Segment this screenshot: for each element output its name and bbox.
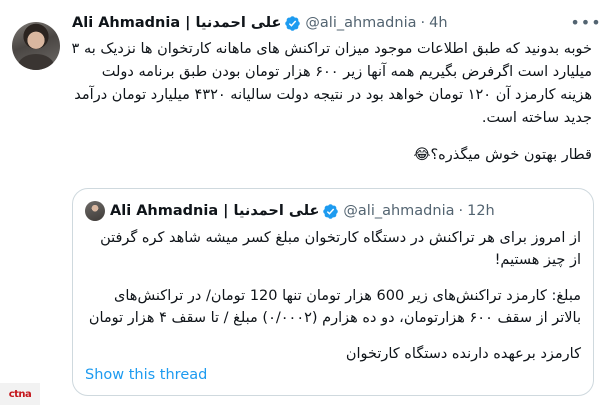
- author-handle[interactable]: @ali_ahmadnia: [305, 15, 416, 31]
- quoted-header-separator: ·: [458, 203, 464, 219]
- quoted-text-paragraph: از امروز برای هر تراکنش در دستگاه کارتخو…: [100, 230, 581, 268]
- show-thread-link[interactable]: Show this thread: [85, 367, 207, 383]
- quoted-author-avatar: [85, 201, 105, 221]
- quoted-tweet-body: از امروز برای هر تراکنش در دستگاه کارتخو…: [85, 227, 581, 365]
- tweet-header: Ali Ahmadnia | علی احمدنیا @ali_ahmadnia…: [72, 12, 448, 34]
- quoted-tweet-header: Ali Ahmadnia | علی احمدنیا @ali_ahmadnia…: [85, 201, 495, 221]
- tweet-text-paragraph: خوبه بدونید که طبق اطلاعات موجود میزان ت…: [71, 41, 592, 126]
- author-name-sep: |: [185, 15, 191, 31]
- more-horizontal-icon[interactable]: •••: [570, 10, 600, 34]
- verified-badge-icon: [323, 203, 339, 219]
- quoted-text-paragraph: مبلغ: کارمزد تراکنش‌های زیر 600 هزار توم…: [88, 288, 581, 326]
- tweet-time[interactable]: 4h: [429, 15, 447, 31]
- tweet[interactable]: Ali Ahmadnia | علی احمدنیا @ali_ahmadnia…: [0, 0, 612, 405]
- watermark-logo: ctna: [0, 383, 40, 405]
- author-avatar[interactable]: [12, 22, 60, 70]
- avatar-shoulders: [18, 54, 54, 70]
- tweet-body: خوبه بدونید که طبق اطلاعات موجود میزان ت…: [66, 38, 592, 167]
- quoted-author-name-sep: |: [223, 203, 229, 219]
- author-name-fa: علی احمدنیا: [195, 15, 282, 31]
- author-name-en: Ali Ahmadnia: [72, 15, 181, 31]
- quoted-tweet-time: 12h: [467, 203, 495, 219]
- tweet-text-paragraph: قطار بهتون خوش میگذره؟😂: [413, 147, 592, 163]
- watermark-text: ctna: [8, 388, 32, 400]
- verified-badge-icon: [285, 15, 301, 31]
- quoted-tweet[interactable]: Ali Ahmadnia | علی احمدنیا @ali_ahmadnia…: [72, 188, 594, 396]
- quoted-author-name-en: Ali Ahmadnia: [110, 203, 219, 219]
- quoted-author-handle: @ali_ahmadnia: [343, 203, 455, 219]
- quoted-author-name: Ali Ahmadnia | علی احمدنیا: [110, 203, 319, 219]
- quoted-text-paragraph: کارمزد برعهده دارنده دستگاه کارتخوان: [345, 346, 581, 362]
- header-separator: ·: [420, 15, 426, 31]
- author-name[interactable]: Ali Ahmadnia | علی احمدنیا: [72, 15, 281, 31]
- quoted-author-name-fa: علی احمدنیا: [233, 203, 320, 219]
